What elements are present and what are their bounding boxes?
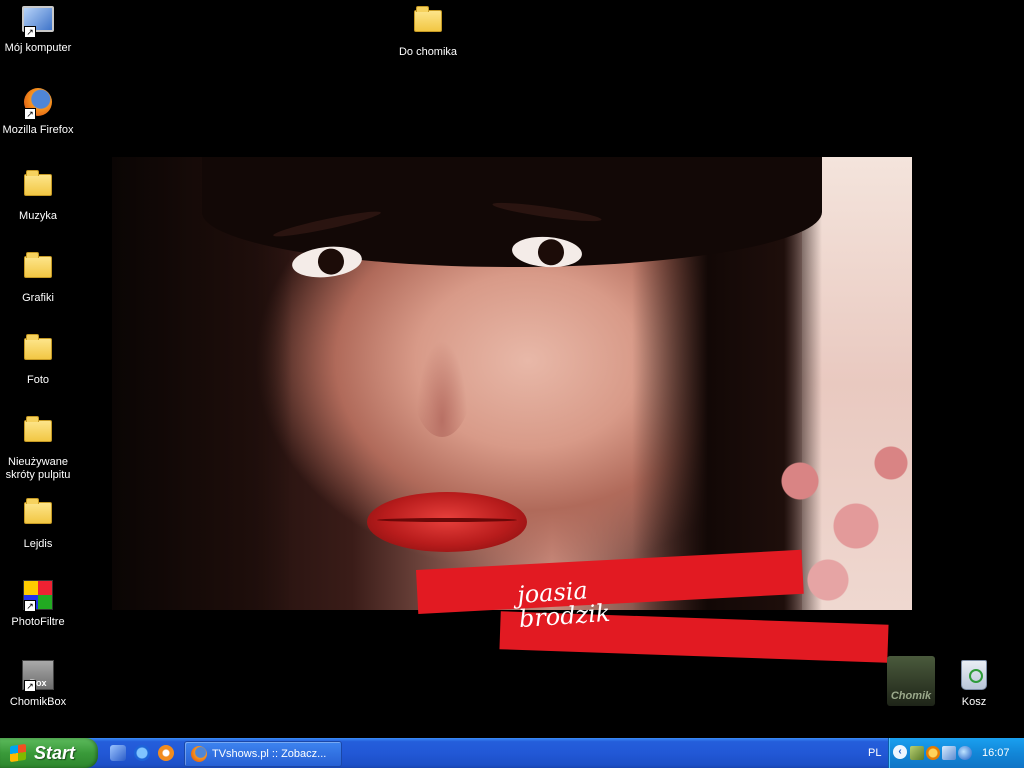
globe-tray-icon[interactable] — [958, 746, 972, 760]
desktop-icon-label: PhotoFiltre — [11, 616, 65, 628]
desktop-icon-muzyka[interactable]: Muzyka — [0, 168, 76, 223]
my-computer-icon: ↗ — [22, 6, 54, 38]
desktop-icon-label: Muzyka — [19, 210, 57, 222]
desktop-icon-do-chomika[interactable]: Do chomika — [390, 4, 466, 59]
desktop-icon-label: Nieużywane skróty pulpitu — [5, 456, 71, 481]
windows-logo-icon — [10, 743, 26, 763]
show-hidden-icons-chevron-icon[interactable]: ‹ — [893, 745, 907, 759]
desktop-icon-label: Foto — [26, 374, 49, 386]
show-desktop-icon[interactable] — [110, 745, 126, 761]
network-tray-icon[interactable] — [942, 746, 956, 760]
desktop: joasia brodzik ↗ Mój komputer Do chomika … — [0, 0, 1024, 738]
desktop-icon-photofiltre[interactable]: ↗ PhotoFiltre — [0, 578, 76, 629]
chomikbox-tray-icon[interactable] — [910, 746, 924, 760]
folder-icon — [412, 6, 444, 42]
chomikbox-icon: Box ↗ — [22, 660, 54, 692]
desktop-icon-label: Kosz — [961, 696, 987, 708]
media-player-icon[interactable] — [158, 745, 174, 761]
desktop-icon-label: Mój komputer — [4, 42, 72, 54]
clock[interactable]: 16:07 — [982, 738, 1010, 768]
language-indicator[interactable]: PL — [868, 738, 881, 768]
taskbar-button-title: TVshows.pl :: Zobacz... — [212, 748, 327, 760]
folder-icon — [22, 252, 54, 288]
wallpaper-signature: joasia brodzik — [516, 576, 612, 634]
folder-icon — [22, 498, 54, 534]
desktop-icon-my-computer[interactable]: ↗ Mój komputer — [0, 4, 76, 55]
wallpaper-photo — [112, 157, 912, 610]
firefox-icon: ↗ — [22, 88, 54, 120]
sun-tray-icon[interactable] — [926, 746, 940, 760]
desktop-icon-label: Grafiki — [22, 292, 54, 304]
desktop-icon-recycle-bin[interactable]: Kosz — [936, 658, 1012, 709]
folder-icon — [22, 416, 54, 452]
desktop-icon-label: Mozilla Firefox — [2, 124, 74, 136]
taskbar-button-firefox[interactable]: TVshows.pl :: Zobacz... — [184, 741, 342, 767]
folder-icon — [22, 334, 54, 370]
internet-explorer-icon[interactable] — [134, 745, 150, 761]
folder-icon — [22, 170, 54, 206]
desktop-icon-label: Do chomika — [398, 46, 458, 58]
wallpaper-chomik-logo: Chomik — [887, 656, 935, 706]
wallpaper-signature-line2: brodzik — [517, 598, 612, 634]
wallpaper-nose — [412, 327, 472, 437]
photofiltre-icon: ↗ — [22, 580, 54, 612]
start-button[interactable]: Start — [0, 738, 98, 768]
desktop-icon-firefox[interactable]: ↗ Mozilla Firefox — [0, 86, 76, 137]
firefox-icon — [191, 746, 207, 762]
desktop-icon-label: Lejdis — [23, 538, 53, 550]
start-button-label: Start — [34, 743, 76, 763]
desktop-icon-grafiki[interactable]: Grafiki — [0, 250, 76, 305]
desktop-icon-chomikbox[interactable]: Box ↗ ChomikBox — [0, 658, 76, 709]
desktop-icon-foto[interactable]: Foto — [0, 332, 76, 387]
wallpaper-lips — [367, 492, 527, 552]
desktop-icon-lejdis[interactable]: Lejdis — [0, 496, 76, 551]
recycle-bin-icon — [958, 660, 990, 692]
desktop-icon-label: ChomikBox — [9, 696, 67, 708]
desktop-icon-nieuzywane[interactable]: Nieużywane skróty pulpitu — [0, 414, 76, 482]
taskbar: Start TVshows.pl :: Zobacz... PL ‹ 16:07 — [0, 738, 1024, 768]
